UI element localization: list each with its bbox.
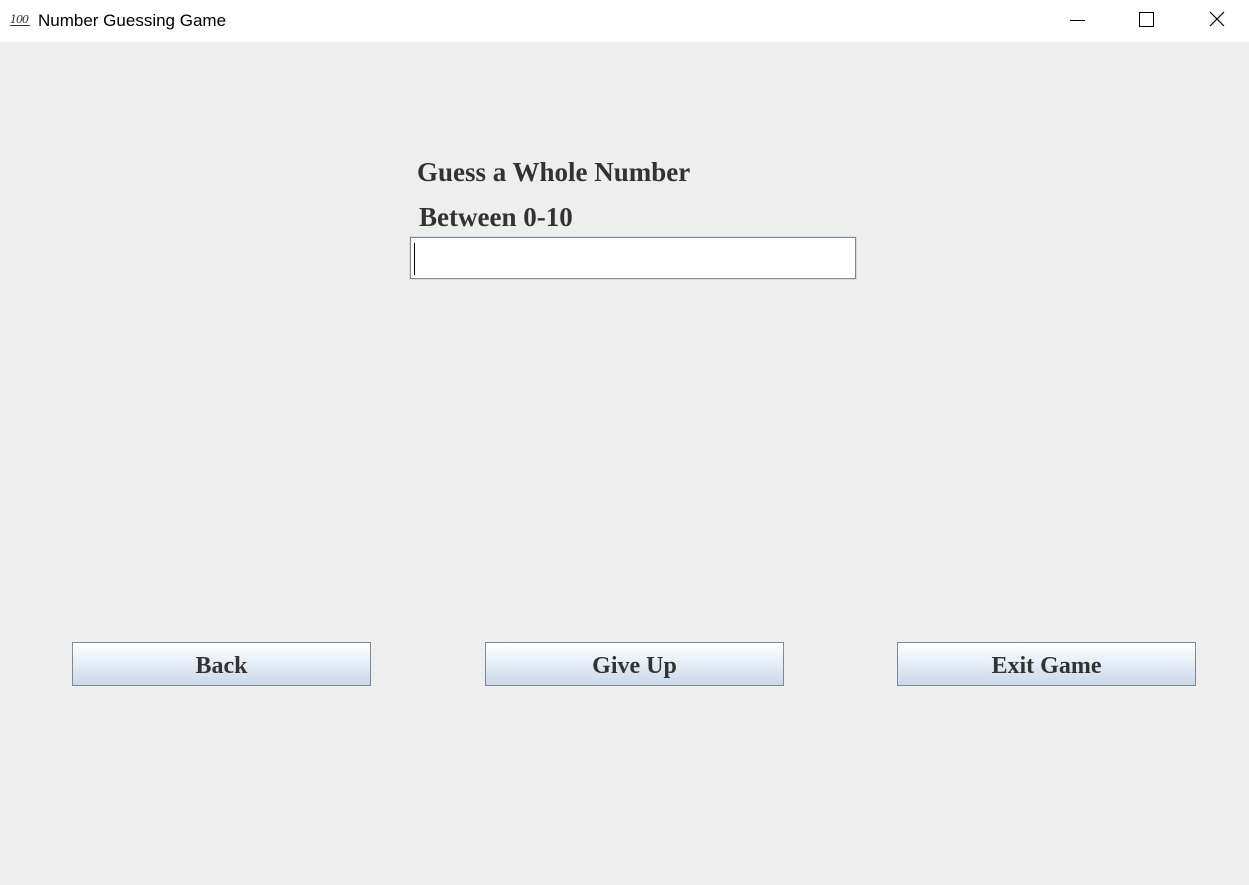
back-button[interactable]: Back (72, 642, 371, 686)
maximize-button[interactable] (1111, 0, 1181, 40)
maximize-icon (1139, 12, 1154, 27)
prompt-label-line2: Between 0-10 (419, 202, 573, 232)
minimize-button[interactable] (1042, 0, 1112, 40)
text-caret (414, 243, 415, 275)
hundred-points-icon: 100 (10, 12, 32, 28)
window-title: Number Guessing Game (38, 11, 227, 30)
minimize-icon (1070, 20, 1085, 21)
game-panel: Guess a Whole Number Between 0-10 Back G… (0, 42, 1249, 885)
close-button[interactable] (1181, 0, 1249, 40)
title-bar: 100 Number Guessing Game (0, 0, 1249, 42)
prompt-label-line1: Guess a Whole Number (417, 157, 691, 187)
close-icon (1209, 11, 1225, 27)
exit-game-button[interactable]: Exit Game (897, 642, 1196, 686)
guess-input[interactable] (409, 236, 857, 280)
give-up-button[interactable]: Give Up (485, 642, 784, 686)
